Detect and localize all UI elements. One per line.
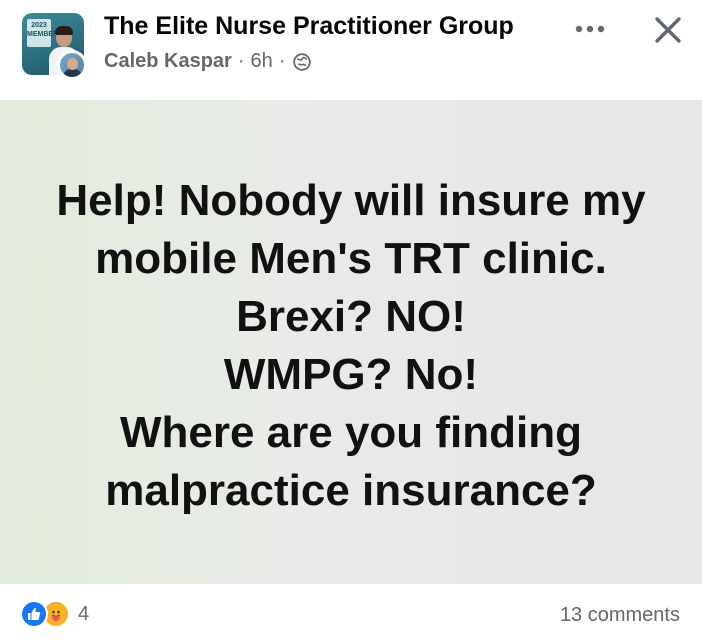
post-text-line: Brexi? NO! bbox=[236, 292, 466, 341]
post-text: Help! Nobody will insure my mobile Men's… bbox=[0, 172, 702, 520]
post-text-line: Where are you finding bbox=[119, 408, 583, 457]
post-text-line: mobile Men's TRT clinic. bbox=[95, 234, 607, 283]
globe-icon bbox=[293, 52, 312, 71]
post-meta: Caleb Kaspar · 6h · bbox=[104, 50, 312, 73]
comments-count-link[interactable]: 13 comments bbox=[560, 604, 680, 627]
post-text-line: WMPG? No! bbox=[223, 350, 479, 399]
post-text-line: Help! Nobody will insure my bbox=[56, 176, 646, 225]
reaction-count: 4 bbox=[78, 602, 90, 625]
close-button[interactable] bbox=[646, 8, 690, 52]
avatar-badge: 2023 MEMBER bbox=[27, 19, 58, 47]
author-name-link[interactable]: Caleb Kaspar bbox=[104, 50, 232, 73]
reactions-summary[interactable]: 4 bbox=[20, 600, 89, 628]
like-icon bbox=[20, 600, 48, 628]
post-time-link[interactable]: 6h bbox=[251, 50, 273, 73]
avatar-person-hair bbox=[55, 26, 73, 35]
post-text-line: malpractice insurance? bbox=[105, 466, 597, 515]
post-container: 2023 MEMBER The Elite Nurse Practitioner… bbox=[0, 0, 702, 640]
meta-separator: · bbox=[237, 50, 245, 72]
post-header: 2023 MEMBER The Elite Nurse Practitioner… bbox=[0, 0, 702, 100]
post-footer: 4 13 comments bbox=[0, 584, 702, 640]
more-options-button[interactable] bbox=[570, 14, 610, 44]
more-dots-icon bbox=[575, 25, 605, 33]
group-name-link[interactable]: The Elite Nurse Practitioner Group bbox=[104, 12, 514, 41]
user-avatar-face bbox=[67, 58, 78, 70]
close-icon bbox=[655, 17, 681, 43]
meta-separator: · bbox=[278, 50, 286, 72]
user-avatar[interactable] bbox=[57, 50, 87, 80]
post-text-card: Help! Nobody will insure my mobile Men's… bbox=[0, 100, 702, 584]
user-avatar-shoulders bbox=[63, 69, 82, 77]
